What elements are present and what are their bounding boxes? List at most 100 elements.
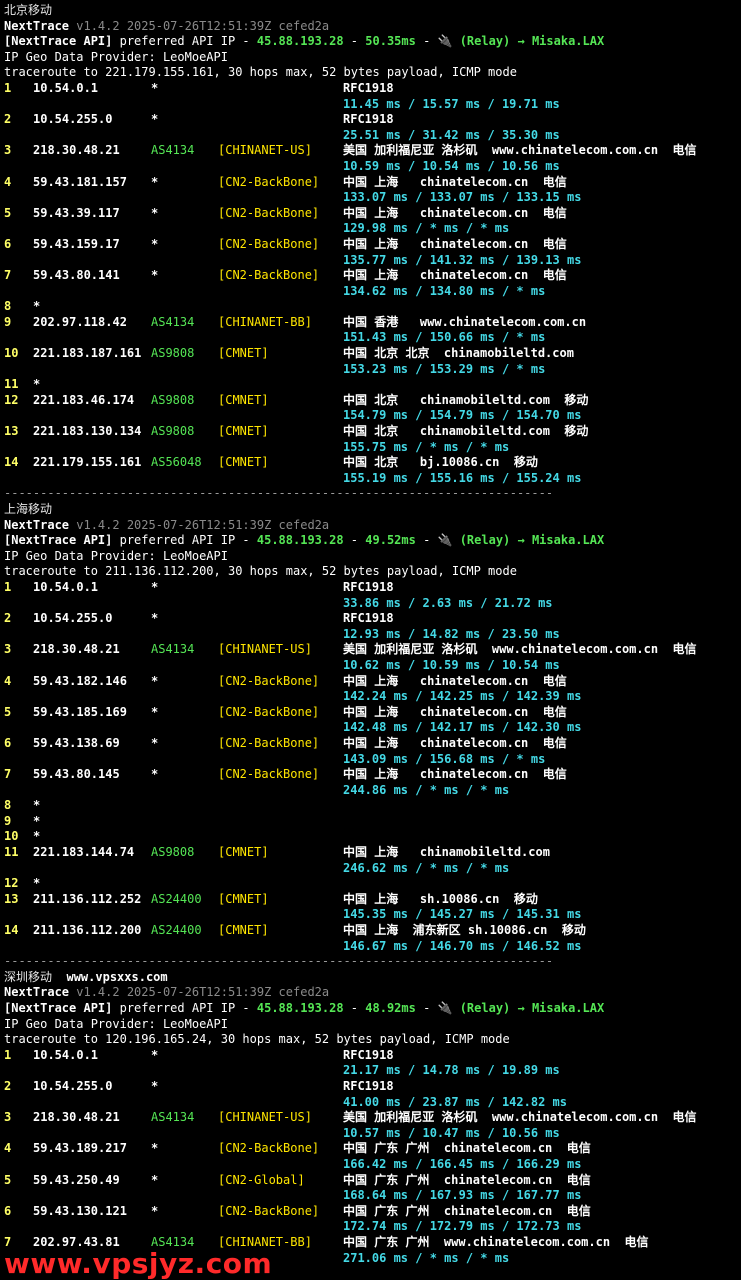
hop-ip: 10.54.255.0 xyxy=(33,112,113,127)
traceroute-target: traceroute to 211.136.112.200, 30 hops m… xyxy=(4,564,517,579)
hop-rtt-row: 246.62 ms / * ms / * ms xyxy=(4,861,741,877)
hop-ip: 59.43.182.146 xyxy=(33,673,127,688)
hop-rtt-row: 154.79 ms / 154.79 ms / 154.70 ms xyxy=(4,408,741,424)
site-header: 北京移动 xyxy=(4,3,741,19)
hop-geo: RFC1918 xyxy=(343,1047,394,1062)
hop-ip: 221.183.144.74 xyxy=(33,845,135,860)
hop-row: 5 59.43.185.169 * [CN2-BackBone] 中国 上海 china… xyxy=(4,705,741,721)
hop-number: 9 xyxy=(4,314,12,329)
hop-asn: AS4134 xyxy=(151,314,195,329)
hop-tag: [CN2-BackBone] xyxy=(218,268,320,283)
hop-row: 8 * xyxy=(4,798,741,814)
hop-number: 13 xyxy=(4,891,19,906)
hop-geo: RFC1918 xyxy=(343,611,394,626)
hop-asn: * xyxy=(151,112,159,127)
hop-asn: * xyxy=(151,673,159,688)
hop-ip: 218.30.48.21 xyxy=(33,642,120,657)
hop-asn: * xyxy=(151,268,159,283)
hop-row: 9 * xyxy=(4,814,741,830)
terminal-output: 北京移动 NextTrace v1.4.2 2025-07-26T12:51:39… xyxy=(4,3,741,1266)
hop-rtt-row: 10.59 ms / 10.54 ms / 10.56 ms xyxy=(4,159,741,175)
hop-rtt-row: 151.43 ms / 150.66 ms / * ms xyxy=(4,330,741,346)
hop-rtt-row: 10.62 ms / 10.59 ms / 10.54 ms xyxy=(4,658,741,674)
hop-row: 4 59.43.182.146 * [CN2-BackBone] 中国 上海 china… xyxy=(4,674,741,690)
hop-tag: [CN2-BackBone] xyxy=(218,767,320,782)
hop-rtt: 33.86 ms / 2.63 ms / 21.72 ms xyxy=(343,595,553,610)
hop-ip: 10.54.0.1 xyxy=(33,80,99,95)
hop-ip: 221.183.46.174 xyxy=(33,392,135,407)
hop-ip: * xyxy=(33,829,41,844)
hop-tag: [CN2-BackBone] xyxy=(218,205,320,220)
hop-geo: RFC1918 xyxy=(343,1078,394,1093)
separator-dashes: ----------------------------------------… xyxy=(4,486,554,501)
hop-row: 4 59.43.181.157 * [CN2-BackBone] 中国 上海 china… xyxy=(4,175,741,191)
api-ip: 45.88.193.28 xyxy=(256,34,344,49)
hop-geo: 中国 上海 chinatelecom.cn 电信 xyxy=(343,735,567,750)
hop-rtt: 168.64 ms / 167.93 ms / 167.77 ms xyxy=(343,1188,582,1203)
hop-rtt-row: 146.67 ms / 146.70 ms / 146.52 ms xyxy=(4,939,741,955)
hop-asn: * xyxy=(151,236,159,251)
nexttrace-version-line: NextTrace v1.4.2 2025-07-26T12:51:39Z ce… xyxy=(4,518,741,534)
hop-number: 5 xyxy=(4,205,12,220)
hop-geo: 中国 广东 广州 chinatelecom.cn 电信 xyxy=(343,1172,591,1187)
hop-number: 3 xyxy=(4,1110,12,1125)
hop-rtt-row: 142.48 ms / 142.17 ms / 142.30 ms xyxy=(4,720,741,736)
hop-rtt-row: 41.00 ms / 23.87 ms / 142.82 ms xyxy=(4,1095,741,1111)
traceroute-line: traceroute to 211.136.112.200, 30 hops m… xyxy=(4,564,741,580)
hop-asn: AS4134 xyxy=(151,642,195,657)
hop-geo: 中国 广东 广州 chinatelecom.cn 电信 xyxy=(343,1141,591,1156)
nexttrace-name: NextTrace xyxy=(4,18,70,33)
hop-ip: 221.183.187.161 xyxy=(33,346,142,361)
hop-rtt: 155.19 ms / 155.16 ms / 155.24 ms xyxy=(343,470,582,485)
hop-row: 2 10.54.255.0 * RFC1918 xyxy=(4,112,741,128)
hop-tag: [CMNET] xyxy=(218,455,269,470)
hop-number: 10 xyxy=(4,829,19,844)
hop-asn: AS56048 xyxy=(151,455,202,470)
hop-row: 14 221.179.155.161 AS56048 [CMNET] 中国 北京 bj.… xyxy=(4,455,741,471)
hop-ip: 59.43.80.145 xyxy=(33,767,120,782)
api-mid: preferred API IP - xyxy=(112,1001,257,1015)
hop-geo: 中国 上海 chinatelecom.cn 电信 xyxy=(343,174,567,189)
hop-number: 9 xyxy=(4,813,12,828)
hop-row: 3 218.30.48.21 AS4134 [CHINANET-US] 美国 加利福尼亚… xyxy=(4,1110,741,1126)
hop-tag: [CHINANET-US] xyxy=(218,1110,312,1125)
hop-geo: RFC1918 xyxy=(343,112,394,127)
geo-provider-line: IP Geo Data Provider: LeoMoeAPI xyxy=(4,1017,741,1033)
hop-asn: AS4134 xyxy=(151,1110,195,1125)
hop-number: 1 xyxy=(4,579,12,594)
hop-asn: * xyxy=(151,767,159,782)
hop-rtt: 151.43 ms / 150.66 ms / * ms xyxy=(343,330,546,345)
hop-tag: [CMNET] xyxy=(218,392,269,407)
hop-tag: [CMNET] xyxy=(218,891,269,906)
hop-ip: 59.43.39.117 xyxy=(33,205,120,220)
traceroute-line: traceroute to 221.179.155.161, 30 hops m… xyxy=(4,65,741,81)
hop-geo: 中国 广东 广州 www.chinatelecom.com.cn 电信 xyxy=(343,1234,649,1249)
hop-rtt-row: 135.77 ms / 141.32 ms / 139.13 ms xyxy=(4,253,741,269)
api-relay: 🔌 (Relay) → Misaka.LAX xyxy=(437,1001,605,1015)
api-line: [NextTrace API] preferred API IP - 45.88… xyxy=(4,533,741,549)
site-name: 深圳移动 xyxy=(4,969,53,984)
nexttrace-version: v1.4.2 2025-07-26T12:51:39Z cefed2a xyxy=(69,18,330,33)
hop-rtt: 244.86 ms / * ms / * ms xyxy=(343,782,510,797)
hop-rtt-row: 172.74 ms / 172.79 ms / 172.73 ms xyxy=(4,1219,741,1235)
hop-row: 6 59.43.138.69 * [CN2-BackBone] 中国 上海 chinat… xyxy=(4,736,741,752)
hop-rtt: 153.23 ms / 153.29 ms / * ms xyxy=(343,361,546,376)
hop-row: 7 59.43.80.145 * [CN2-BackBone] 中国 上海 chinat… xyxy=(4,767,741,783)
api-relay: 🔌 (Relay) → Misaka.LAX xyxy=(437,533,605,548)
hop-ip: 59.43.189.217 xyxy=(33,1141,127,1156)
hop-asn: * xyxy=(151,735,159,750)
hop-asn: * xyxy=(151,611,159,626)
hop-geo: 中国 上海 浦东新区 sh.10086.cn 移动 xyxy=(343,923,586,938)
hop-number: 2 xyxy=(4,112,12,127)
hop-asn: * xyxy=(151,1078,159,1093)
hop-number: 5 xyxy=(4,704,12,719)
api-ip: 45.88.193.28 xyxy=(256,1001,344,1015)
site-spacer xyxy=(52,970,66,984)
hop-rtt: 10.57 ms / 10.47 ms / 10.56 ms xyxy=(343,1125,560,1140)
hop-ip: * xyxy=(33,813,41,828)
hop-row: 4 59.43.189.217 * [CN2-BackBone] 中国 广东 广州 ch… xyxy=(4,1141,741,1157)
hop-row: 13 221.183.130.134 AS9808 [CMNET] 中国 北京 chin… xyxy=(4,424,741,440)
api-prefix: [NextTrace API] xyxy=(4,34,113,49)
hop-ip: 202.97.118.42 xyxy=(33,314,127,329)
hop-number: 4 xyxy=(4,174,12,189)
